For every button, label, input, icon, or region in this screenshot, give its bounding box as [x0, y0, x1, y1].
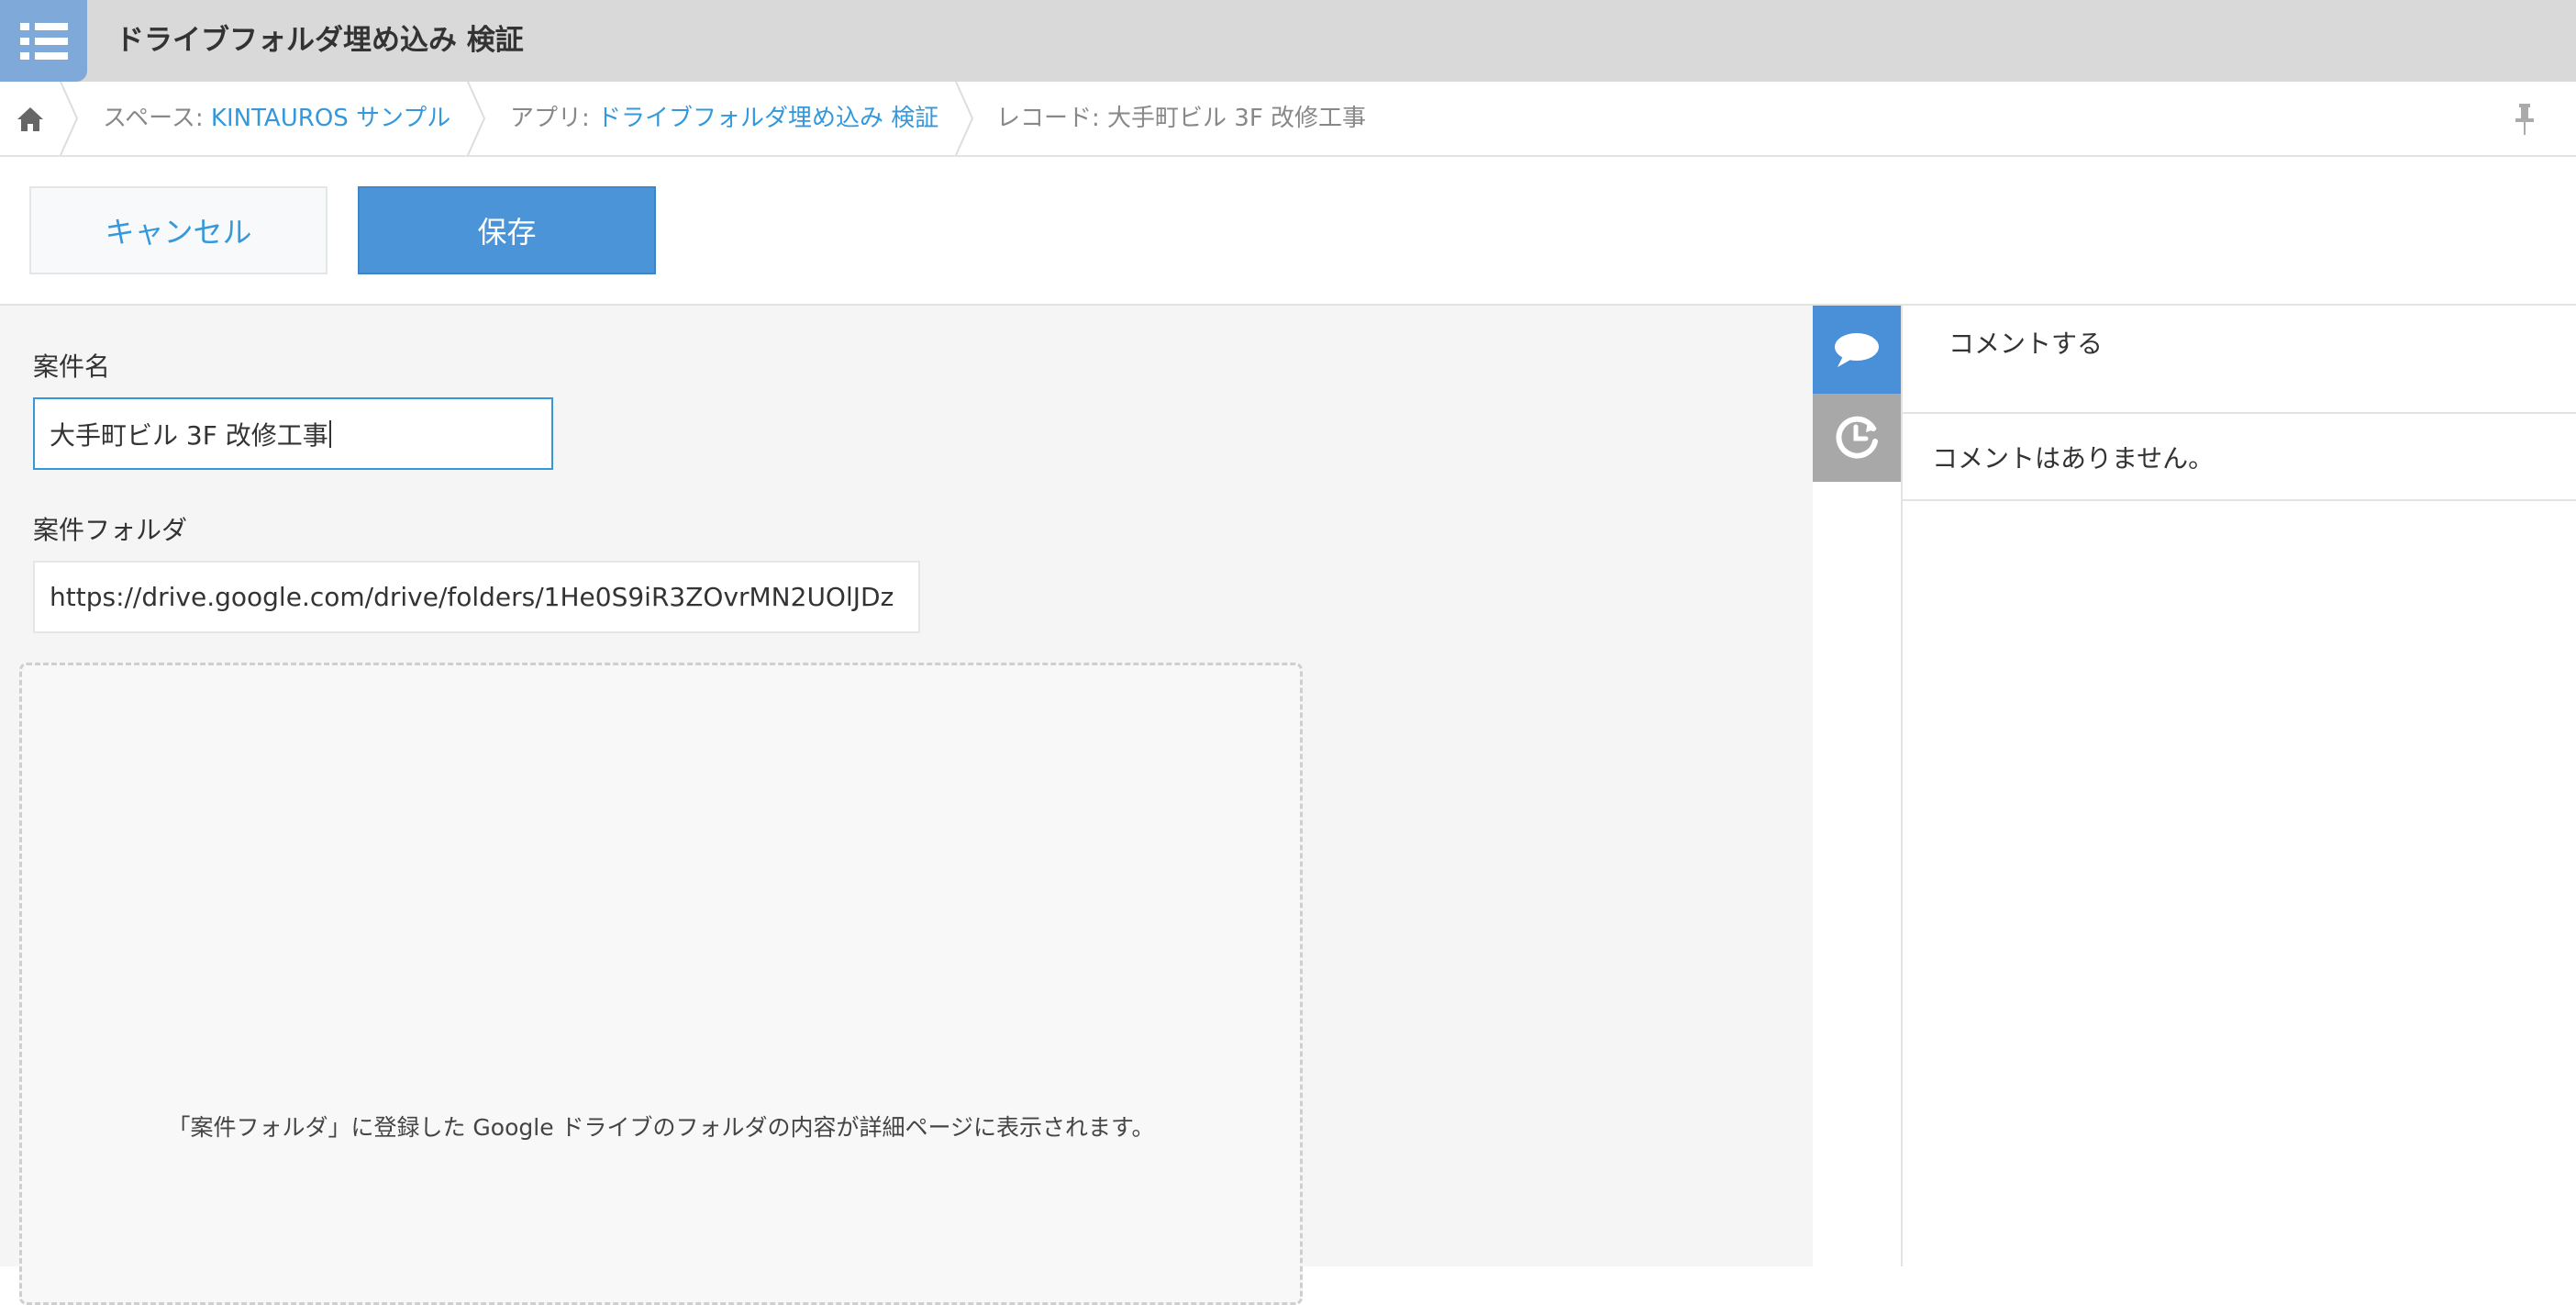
breadcrumb-record-name: 大手町ビル 3F 改修工事: [1107, 105, 1367, 132]
folder-field-label: 案件フォルダ: [33, 515, 188, 545]
folder-url-input[interactable]: https://drive.google.com/drive/folders/1…: [33, 561, 920, 633]
edit-toolbar: キャンセル 保存: [0, 157, 2576, 306]
breadcrumb-space-link[interactable]: KINTAUROS サンプル: [211, 105, 450, 132]
name-field-label: 案件名: [33, 351, 111, 382]
pin-icon[interactable]: [2512, 102, 2537, 137]
drive-embed-placeholder: 「案件フォルダ」に登録した Google ドライブのフォルダの内容が詳細ページに…: [19, 663, 1303, 1305]
breadcrumb-separator: [60, 82, 79, 155]
name-input[interactable]: 大手町ビル 3F 改修工事: [33, 397, 553, 470]
text-caret: [328, 419, 331, 448]
breadcrumb-space-prefix: スペース:: [103, 105, 211, 132]
no-comments-message: コメントはありません。: [1903, 414, 2576, 501]
breadcrumb-app: アプリ: ドライブフォルダ埋め込み 検証: [510, 82, 938, 155]
home-icon[interactable]: [15, 104, 46, 135]
save-button[interactable]: 保存: [358, 186, 656, 274]
breadcrumb-separator: [955, 82, 974, 155]
breadcrumb-separator: [467, 82, 486, 155]
app-title: ドライブフォルダ埋め込み 検証: [116, 24, 524, 57]
breadcrumb-record: レコード: 大手町ビル 3F 改修工事: [996, 82, 1366, 155]
record-form: 案件名 大手町ビル 3F 改修工事 案件フォルダ https://drive.g…: [0, 306, 1813, 1305]
breadcrumb-app-link[interactable]: ドライブフォルダ埋め込み 検証: [597, 105, 938, 132]
breadcrumb: スペース: KINTAUROS サンプル アプリ: ドライブフォルダ埋め込み 検…: [0, 82, 2576, 157]
comment-post-input[interactable]: コメントする: [1903, 306, 2576, 414]
breadcrumb-space: スペース: KINTAUROS サンプル: [103, 82, 450, 155]
cancel-button[interactable]: キャンセル: [29, 186, 328, 274]
drive-embed-message: 「案件フォルダ」に登録した Google ドライブのフォルダの内容が詳細ページに…: [167, 1114, 1155, 1141]
breadcrumb-app-prefix: アプリ:: [510, 105, 598, 132]
app-header: ドライブフォルダ埋め込み 検証: [0, 0, 2576, 82]
comment-icon: [1835, 333, 1879, 367]
list-icon[interactable]: [0, 0, 87, 82]
name-input-value: 大手町ビル 3F 改修工事: [50, 419, 328, 451]
comment-panel: コメントする コメントはありません。: [1901, 306, 2576, 1266]
history-tab[interactable]: [1813, 394, 1901, 482]
breadcrumb-record-prefix: レコード:: [996, 105, 1108, 132]
comment-tab[interactable]: [1813, 306, 1901, 394]
history-icon: [1836, 416, 1878, 459]
folder-url-value: https://drive.google.com/drive/folders/1…: [50, 582, 894, 612]
